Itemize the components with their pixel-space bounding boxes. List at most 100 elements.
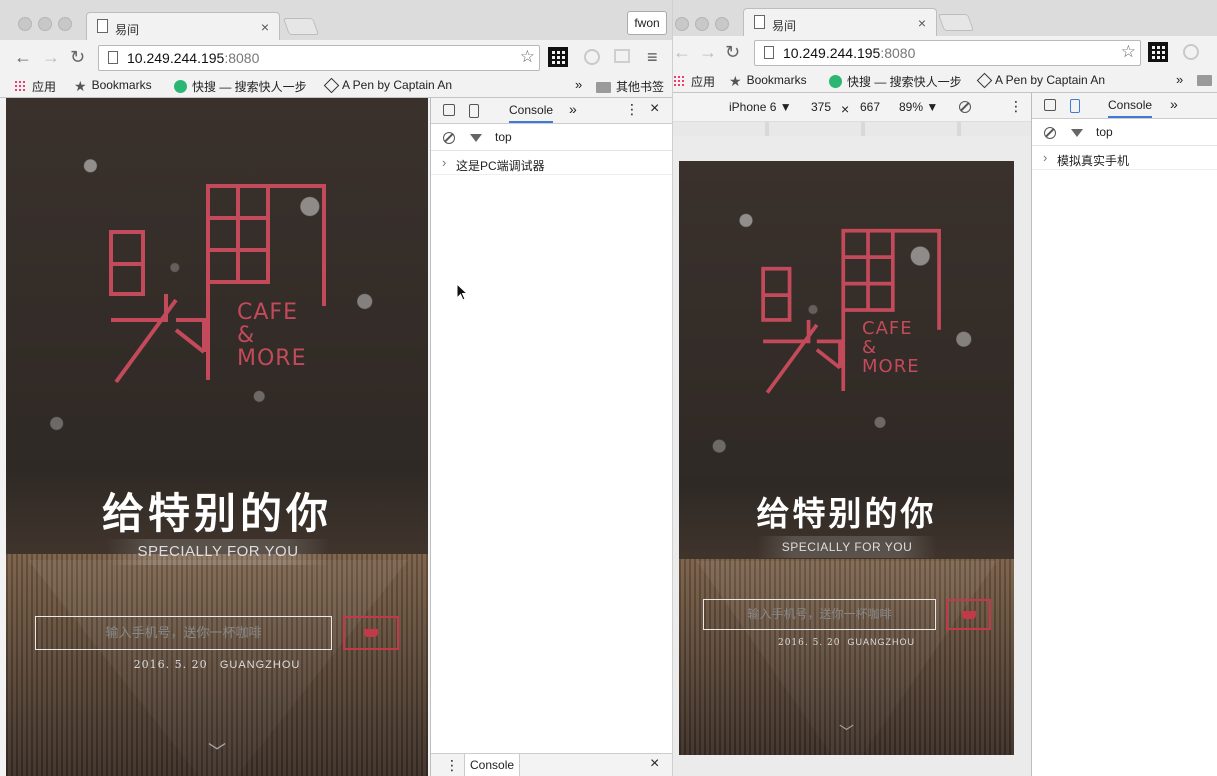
tab-close-icon[interactable]: × <box>261 19 269 35</box>
console-message: 这是PC端调试器 <box>456 159 545 173</box>
bookmark-star-icon[interactable]: ☆ <box>1121 42 1136 62</box>
bookmark-kuaisou[interactable]: 快搜 — 搜索快人一步 <box>174 78 307 95</box>
coffee-cup-icon <box>961 610 976 619</box>
clear-console-icon[interactable] <box>443 132 455 144</box>
event-date: 2016. 5. 20 GUANGZHOU <box>777 637 916 648</box>
drawer-menu-icon[interactable]: ⋮ <box>445 757 459 774</box>
scroll-down-chevron-icon[interactable]: ﹀ <box>208 738 226 764</box>
devtools-tabbar: Console » ⋮ × <box>431 98 672 124</box>
bookmark-bookmarks[interactable]: ★ Bookmarks <box>74 78 152 93</box>
filter-icon[interactable] <box>1071 129 1083 137</box>
qr-code-icon[interactable] <box>548 47 568 67</box>
device-height-field[interactable]: 667 <box>860 100 880 114</box>
chrome-menu-icon[interactable]: ≡ <box>647 48 658 66</box>
reload-icon[interactable]: ↻ <box>725 42 740 63</box>
inspect-element-icon[interactable] <box>443 104 455 116</box>
folder-icon <box>1197 75 1212 86</box>
tab-title: 易间 <box>772 19 797 33</box>
extension-icon[interactable] <box>584 49 600 65</box>
apps-grid-icon <box>14 80 27 93</box>
bookmarks-overflow-icon[interactable]: » <box>575 77 582 92</box>
coffee-submit-button[interactable] <box>946 599 991 630</box>
device-toolbar-icon[interactable] <box>469 104 479 118</box>
reload-icon[interactable]: ↻ <box>70 47 85 68</box>
logo-cafe-text: CAFE & MORE <box>862 318 920 377</box>
phone-number-input[interactable]: 输入手机号，送你一杯咖啡 <box>35 616 332 650</box>
minimize-window-icon[interactable] <box>695 17 709 31</box>
inspect-element-icon[interactable] <box>1044 99 1056 111</box>
back-arrow-icon[interactable]: ← <box>14 47 32 68</box>
page-info-icon <box>764 46 774 59</box>
console-drawer-bar: ⋮ Console × <box>431 753 672 776</box>
emulation-menu-icon[interactable]: ⋮ <box>1009 98 1023 115</box>
right-browser-window: 易间 × ← → ↻ 10.249.244.195:8080 ☆ 应用 ★ Boo… <box>673 0 1217 776</box>
drawer-tab-console[interactable]: Console <box>464 754 521 776</box>
console-log-line: › 模拟真实手机 <box>1032 149 1217 170</box>
tab-strip: 易间 × fwon <box>0 0 672 42</box>
close-window-icon[interactable] <box>675 17 689 31</box>
app-viewport: CAFE & MORE 给特别的你 SPECIALLY FOR YOU 输入手机号，… <box>6 98 428 776</box>
browser-tab-right[interactable]: 易间 × <box>743 8 937 38</box>
bookmark-star-icon[interactable]: ☆ <box>520 47 535 67</box>
clear-console-icon[interactable] <box>1044 127 1056 139</box>
close-window-icon[interactable] <box>18 17 32 31</box>
tab-close-icon[interactable]: × <box>918 15 926 31</box>
zoom-window-icon[interactable] <box>58 17 72 31</box>
tab-console[interactable]: Console <box>509 103 554 123</box>
forward-arrow-icon[interactable]: → <box>699 42 717 63</box>
bookmark-codepen[interactable]: A Pen by Captain An <box>976 72 1105 89</box>
context-selector[interactable]: top <box>495 130 512 144</box>
console-filter-bar: top <box>1032 119 1217 146</box>
expand-arrow-icon[interactable]: › <box>442 155 446 170</box>
bookmarks-overflow-icon[interactable]: » <box>1176 72 1183 87</box>
device-emulation-toolbar: iPhone 6 ▼ 375 × 667 89% ▼ ⋮ <box>673 93 1031 122</box>
zoom-selector[interactable]: 89% ▼ <box>899 100 938 114</box>
tab-console[interactable]: Console <box>1108 98 1153 118</box>
address-bar-right[interactable]: 10.249.244.195:8080 ☆ <box>754 40 1141 66</box>
zoom-window-icon[interactable] <box>715 17 729 31</box>
more-tabs-icon[interactable]: » <box>1170 96 1178 112</box>
star-icon: ★ <box>729 73 742 89</box>
profile-button[interactable]: fwon <box>627 11 667 35</box>
dimension-times: × <box>841 101 850 117</box>
drawer-close-icon[interactable]: × <box>650 755 659 773</box>
bookmark-codepen[interactable]: A Pen by Captain An <box>323 77 452 94</box>
scroll-down-chevron-icon[interactable]: ﹀ <box>839 721 854 742</box>
new-tab-button[interactable] <box>282 18 320 35</box>
bookmark-apps[interactable]: 应用 <box>673 73 715 90</box>
coffee-submit-button[interactable] <box>343 616 399 650</box>
device-toolbar-icon[interactable] <box>1070 99 1080 113</box>
back-arrow-icon[interactable]: ← <box>673 42 691 63</box>
tab-strip-right: 易间 × <box>673 0 1217 40</box>
extension-layout-icon[interactable] <box>614 49 630 63</box>
forward-arrow-icon[interactable]: → <box>42 47 60 68</box>
console-log-line: › 这是PC端调试器 <box>431 154 672 175</box>
bookmark-apps[interactable]: 应用 <box>14 78 56 95</box>
extension-icon[interactable] <box>1183 44 1199 60</box>
expand-arrow-icon[interactable]: › <box>1043 150 1047 165</box>
console-filter-bar: top <box>431 124 672 151</box>
new-tab-button[interactable] <box>937 14 975 31</box>
more-tabs-icon[interactable]: » <box>569 101 577 117</box>
qr-code-icon[interactable] <box>1148 42 1168 62</box>
rotate-device-icon[interactable] <box>959 101 971 113</box>
bookmark-bookmarks[interactable]: ★ Bookmarks <box>729 73 807 88</box>
address-bar[interactable]: 10.249.244.195:8080 ☆ <box>98 45 540 71</box>
folder-icon <box>596 82 611 93</box>
page-icon <box>754 15 765 29</box>
green-circle-icon <box>829 75 842 88</box>
devtools-close-icon[interactable]: × <box>650 100 659 118</box>
device-width-field[interactable]: 375 <box>811 100 831 114</box>
browser-tab[interactable]: 易间 × <box>86 12 280 42</box>
other-bookmarks-folder[interactable] <box>1197 73 1217 87</box>
other-bookmarks[interactable]: 其他书签 <box>596 78 664 95</box>
context-selector[interactable]: top <box>1096 125 1113 139</box>
filter-icon[interactable] <box>470 134 482 142</box>
minimize-window-icon[interactable] <box>38 17 52 31</box>
device-selector[interactable]: iPhone 6 ▼ <box>729 100 792 114</box>
left-browser-window: 易间 × fwon ← → ↻ 10.249.244.195:8080 ☆ ≡ … <box>0 0 672 776</box>
phone-number-input[interactable]: 输入手机号，送你一杯咖啡 <box>703 599 936 630</box>
devtools-menu-icon[interactable]: ⋮ <box>625 101 639 118</box>
bookmark-kuaisou[interactable]: 快搜 — 搜索快人一步 <box>829 73 962 90</box>
star-icon: ★ <box>74 78 87 94</box>
